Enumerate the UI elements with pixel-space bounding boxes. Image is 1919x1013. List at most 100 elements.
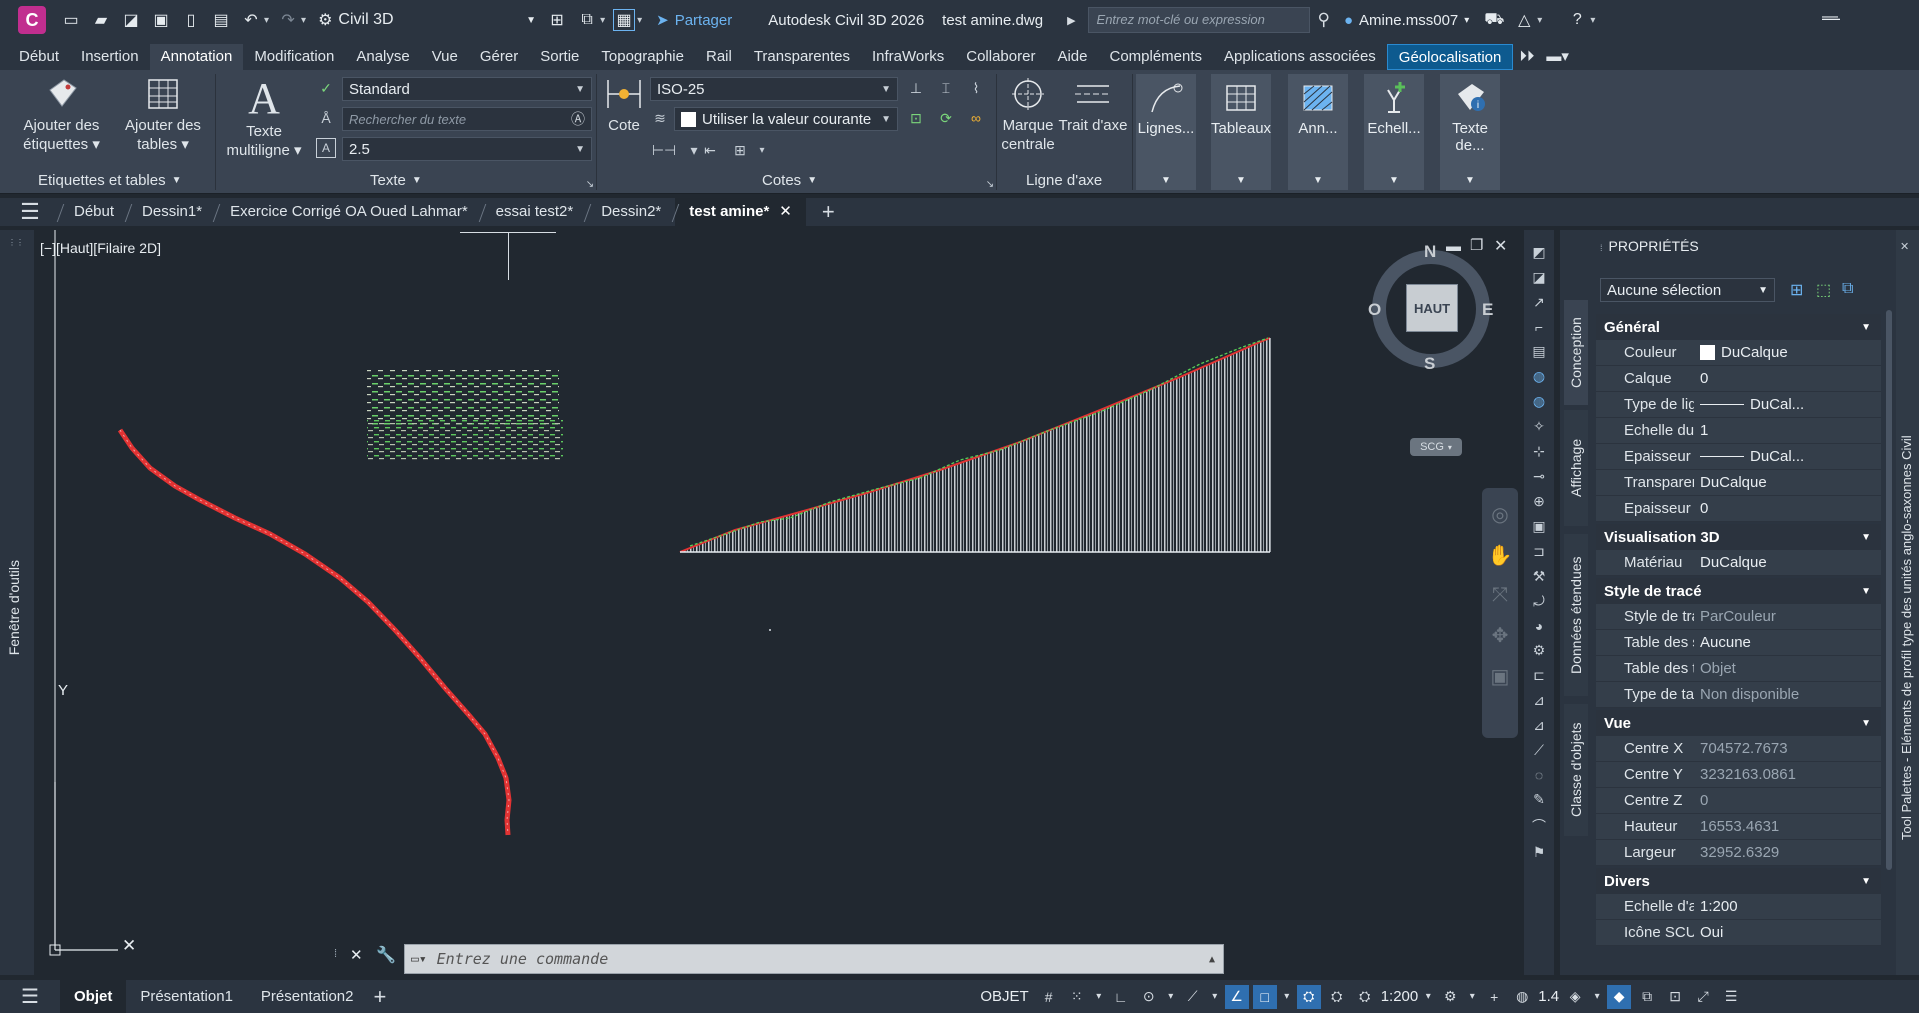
prop-row[interactable]: Table des tr...Objet [1596,656,1881,682]
tool-icon-2[interactable]: ◪ [1532,269,1545,286]
showmotion-icon[interactable]: ▣ [1491,664,1510,689]
prop-row[interactable]: Centre X 704572.7673 [1596,736,1881,762]
customize-status-icon[interactable]: ☰ [1719,985,1743,1009]
dim-layer-icon[interactable]: ≋ [650,108,670,128]
file-tab-test-amine[interactable]: test amine* ✕ [675,198,806,226]
prop-row[interactable]: Epaisseur d...DuCal... [1596,444,1881,470]
search-icon[interactable]: ⚲ [1318,10,1330,30]
add-labels-button[interactable]: Ajouter des étiquettes ▾ [14,76,109,154]
snap-caret-icon[interactable]: ▾ [1093,985,1105,1009]
tab-rail[interactable]: Rail [695,44,743,70]
tab-applications[interactable]: Applications associées [1213,44,1387,70]
add-layout-icon[interactable]: + [374,984,387,1010]
prop-row[interactable]: Icône SCU...Oui [1596,920,1881,946]
tab-complements[interactable]: Compléments [1098,44,1213,70]
isodraft-icon[interactable]: ⟋ [1181,985,1205,1009]
tab-analyse[interactable]: Analyse [345,44,420,70]
tab-infraworks[interactable]: InfraWorks [861,44,955,70]
redo-dropdown-icon[interactable]: ▾ [301,15,306,26]
hardware-accel-icon[interactable]: ◍ [1510,985,1534,1009]
new-file-icon[interactable]: ▭ [60,9,82,31]
tool-icon-16[interactable]: ⊏ [1533,667,1545,684]
tab-vue[interactable]: Vue [421,44,469,70]
file-tab-essai[interactable]: essai test2* [482,198,588,226]
tool-palettes-strip[interactable]: ✕ Tool Palettes - Eléments de profil typ… [1896,230,1919,975]
tab-aide[interactable]: Aide [1046,44,1098,70]
layer-tools-icon[interactable]: ⊞ [546,9,568,31]
annotations-tile-button[interactable]: Ann... ▼ [1288,74,1348,190]
tool-icon-7[interactable]: ⊹ [1533,443,1545,460]
lines-tile-button[interactable]: Lignes... ▼ [1136,74,1196,190]
export-icon[interactable]: ▯ [180,9,202,31]
command-line[interactable]: ▭▾ Entrez une commande ▲ [404,944,1224,974]
selection-select[interactable]: Aucune sélection ▼ [1600,278,1775,302]
user-account[interactable]: ● Amine.mss007 ▾ [1344,12,1469,29]
select-objects-icon[interactable]: ⬚ [1816,280,1831,300]
text-settings-arrow-icon[interactable]: ↘ [580,174,600,194]
iso-caret-icon[interactable]: ▾ [1209,985,1221,1009]
save-as-icon[interactable]: ▣ [150,9,172,31]
quick-select-icon[interactable]: ▦ [613,9,636,31]
a360-dropdown-icon[interactable]: ▾ [1537,15,1542,26]
fullscreen-icon[interactable]: ⤢ [1691,985,1715,1009]
side-tab-conception[interactable]: Conception [1564,300,1588,405]
osnap-icon[interactable]: □ [1252,984,1277,1009]
object-snap-tracking-icon[interactable]: ∠ [1224,984,1249,1009]
dim-break-icon[interactable]: ⊥ [906,78,926,98]
centerline-button[interactable]: Trait d'axe [1058,76,1128,135]
tab-modification[interactable]: Modification [243,44,345,70]
grid-icon[interactable]: # [1037,985,1061,1009]
panel-labels-tables[interactable]: Etiquettes et tables ▼ [38,172,182,189]
compass-north[interactable]: N [1424,242,1436,262]
prop-row[interactable]: Style de tracéParCouleur [1596,604,1881,630]
text-height-icon[interactable]: A [316,138,336,158]
ucs-menu-button[interactable]: SCG ▾ [1410,438,1462,456]
annotation-scale-icon[interactable]: ⛭ [1353,985,1377,1009]
layout-tab-model[interactable]: Objet [60,980,127,1013]
prop-row[interactable]: Centre Y 3232163.0861 [1596,762,1881,788]
tool-window-label[interactable]: Fenêtre d'outils [6,560,22,655]
section-divers[interactable]: Divers ▼ [1596,868,1881,894]
plus-icon[interactable]: + [1482,985,1506,1009]
file-tab-exercice[interactable]: Exercice Corrigé OA Oued Lahmar* [216,198,482,226]
prop-row[interactable]: Calque 0 [1596,366,1881,392]
lineweight-value[interactable]: 1.4 [1538,988,1559,1005]
cmd-close-icon[interactable]: ✕ [350,946,363,964]
tool-icon-8[interactable]: ⊸ [1533,468,1545,485]
dim-space-icon[interactable]: ⌶ [936,78,956,98]
section-visualisation-3d[interactable]: Visualisation 3D ▼ [1596,524,1881,550]
search-text-input[interactable]: Rechercher du texte Ⓐ [342,107,592,131]
text-style-select[interactable]: Standard ▼ [342,77,592,101]
model-space-toggle[interactable]: OBJET [980,988,1028,1005]
compass-east[interactable]: E [1482,300,1493,320]
layout-tab-2[interactable]: Présentation2 [247,980,368,1013]
tab-topographie[interactable]: Topographie [590,44,695,70]
continue-caret-icon[interactable]: ▾ [752,140,772,160]
minimize-icon[interactable]: — [1822,8,1838,26]
cmd-history-icon[interactable]: ▲ [1209,954,1215,965]
viewcube-face-top[interactable]: HAUT [1406,284,1458,332]
hamburger-menu-icon[interactable]: ☰ [0,199,60,225]
qa-dropdown-icon[interactable]: ▾ [600,15,605,26]
quick-select-props-icon[interactable]: ⧉ [1842,280,1853,298]
tool-icon-9[interactable]: ⊕ [1533,493,1545,510]
quick-props-icon[interactable]: ⧉ [1635,985,1659,1009]
cart-icon[interactable]: ⛟ [1483,9,1505,31]
tool-icon-5[interactable]: ▤ [1532,343,1545,360]
gear-caret-icon[interactable]: ▾ [1466,985,1478,1009]
file-tab-dessin1[interactable]: Dessin1* [128,198,216,226]
globe-icon-2[interactable]: ◍ [1533,393,1545,410]
tool-icon-23[interactable]: ⚑ [1533,844,1546,861]
app-menu-button[interactable]: C [18,6,46,34]
tab-insertion[interactable]: Insertion [70,44,150,70]
text-height-select[interactable]: 2.5 ▼ [342,137,592,161]
prop-row[interactable]: Hauteur 16553.4631 [1596,814,1881,840]
prop-row[interactable]: Table des st...Aucune [1596,630,1881,656]
tool-icon-6[interactable]: ✧ [1533,418,1545,435]
scale-tile-button[interactable]: Echell... ▼ [1364,74,1424,190]
snap-icon[interactable]: ⁙ [1065,985,1089,1009]
inspect-icon[interactable]: ⊡ [906,108,926,128]
polar-icon[interactable]: ⊙ [1137,985,1161,1009]
section-general[interactable]: Général ▼ [1596,314,1881,340]
continue-dim-icon[interactable]: ⊞ [730,140,750,160]
